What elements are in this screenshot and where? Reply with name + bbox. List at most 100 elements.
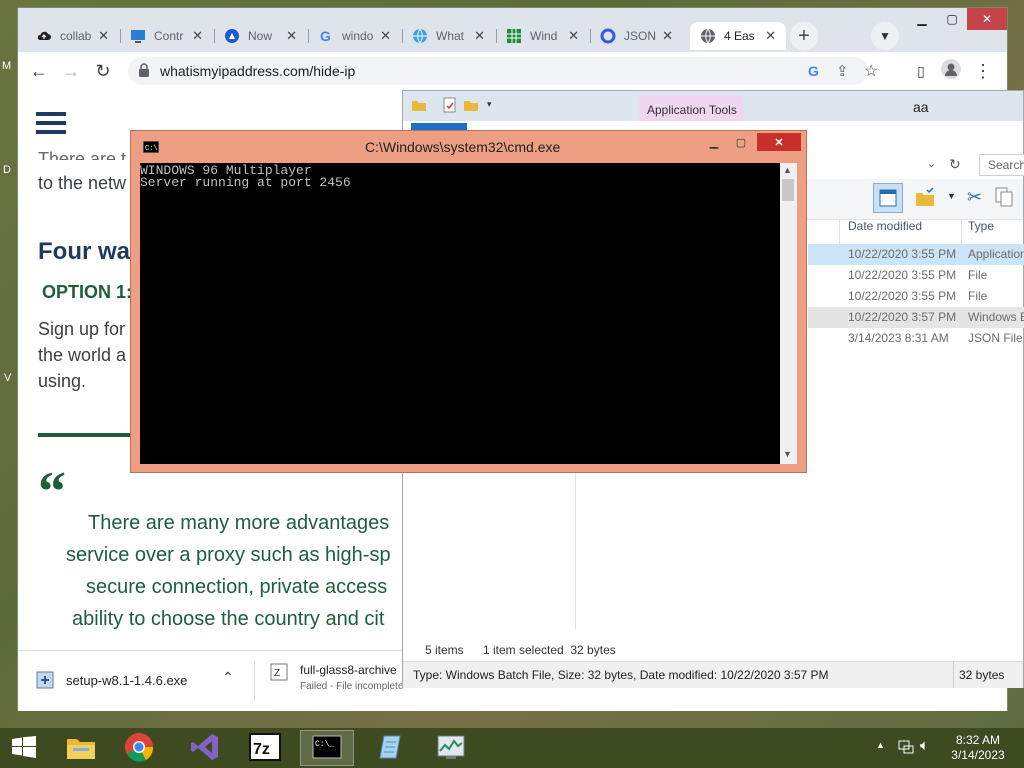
system-clock[interactable]: 8:32 AM 3/14/2023 (946, 733, 1010, 763)
share-icon[interactable]: ⇪ (836, 62, 849, 80)
file-type: Windows B (968, 310, 1024, 324)
vertical-scrollbar[interactable]: ▲ ▼ (780, 163, 797, 464)
chevron-down-icon[interactable]: ⌄ (927, 157, 936, 170)
scroll-up-icon[interactable]: ▲ (783, 165, 792, 175)
tab-what[interactable]: What ✕ (402, 22, 495, 50)
scrollbar-thumb[interactable] (782, 179, 794, 201)
minimize-button[interactable]: ▁ (701, 133, 727, 151)
customize-toolbar-icon[interactable]: ▾ (487, 99, 492, 110)
menu-button[interactable]: ⋮ (970, 58, 996, 84)
tab-4-easy[interactable]: 4 Eas ✕ (690, 22, 786, 50)
copy-icon[interactable] (995, 187, 1013, 210)
tab-windows-search[interactable]: G windo ✕ (308, 22, 401, 50)
close-icon[interactable]: ✕ (98, 28, 109, 44)
close-window-button[interactable]: ✕ (757, 133, 801, 151)
refresh-icon[interactable]: ↻ (949, 156, 961, 173)
paragraph-line: using. (38, 371, 87, 391)
reload-button[interactable]: ↻ (90, 58, 116, 84)
svg-text:G: G (320, 28, 331, 44)
url-text: whatismyipaddress.com/hide-ip (160, 63, 356, 79)
cmd-title-bar[interactable]: C:\ C:\Windows\system32\cmd.exe ▁ ▢ ✕ (131, 131, 806, 161)
file-date: 10/22/2020 3:57 PM (848, 310, 957, 324)
tab-now[interactable]: Now ✕ (214, 22, 307, 50)
avatar (941, 58, 961, 84)
forward-button[interactable]: → (58, 58, 84, 84)
scroll-down-icon[interactable]: ▼ (783, 449, 792, 459)
chevron-down-icon: ▼ (879, 29, 891, 43)
new-folder-icon[interactable] (463, 97, 479, 116)
close-icon[interactable]: ✕ (474, 28, 485, 44)
file-row[interactable]: 10/22/2020 3:55 PM File (808, 265, 1024, 286)
tab-search-button[interactable]: ▼ (871, 22, 899, 50)
svg-text:Z: Z (274, 668, 280, 679)
console-output[interactable]: WINDOWS 96 Multiplayer Server running at… (140, 163, 780, 464)
tab-title: collab (60, 29, 92, 43)
file-row[interactable]: 10/22/2020 3:55 PM File (808, 286, 1024, 307)
new-tab-button[interactable]: + (790, 22, 818, 50)
taskbar-task-manager[interactable] (424, 730, 478, 766)
taskbar-visual-studio[interactable] (178, 730, 232, 766)
preview-pane-button[interactable] (873, 183, 903, 213)
tab-title: windo (342, 29, 374, 43)
minimize-button[interactable]: ▁ (907, 8, 937, 30)
show-hidden-icons-icon[interactable]: ▲ (876, 740, 885, 750)
pane-icon (879, 189, 897, 210)
arrow-left-icon: ← (30, 60, 48, 81)
tab-control[interactable]: Contr ✕ (120, 22, 213, 50)
profile-button[interactable] (938, 58, 964, 84)
visual-studio-icon (190, 732, 220, 765)
file-size: 32 bytes (959, 668, 1005, 682)
taskbar-file-explorer[interactable] (54, 730, 108, 766)
tab-collab[interactable]: collab ✕ (26, 22, 119, 50)
browser-toolbar: ← → ↻ whatismyipaddress.com/hide-ip G ⇪ … (18, 52, 1007, 91)
chevron-up-icon[interactable]: ⌃ (222, 669, 234, 686)
properties-icon[interactable] (443, 97, 457, 116)
tab-windows-sheet[interactable]: Wind ✕ (496, 22, 589, 50)
divider (38, 433, 138, 437)
maximize-button[interactable]: ▢ (937, 8, 967, 30)
taskbar-chrome[interactable] (112, 730, 166, 766)
close-icon[interactable]: ✕ (765, 28, 776, 44)
svg-text:C:\: C:\ (145, 145, 158, 153)
network-icon[interactable] (898, 738, 914, 757)
close-icon[interactable]: ✕ (192, 28, 203, 44)
file-row[interactable]: 10/22/2020 3:57 PM Windows B (808, 307, 1024, 328)
paragraph-line: Sign up for (38, 319, 126, 339)
close-window-button[interactable]: ✕ (967, 8, 1007, 30)
google-lens-icon[interactable]: G (808, 63, 819, 79)
file-row[interactable]: 10/22/2020 3:55 PM Application (808, 244, 1024, 265)
taskbar-7zip[interactable]: 7z (238, 730, 292, 766)
chevron-down-icon[interactable]: ▼ (947, 191, 956, 201)
ribbon-tab-application-tools[interactable]: Application Tools (639, 95, 743, 121)
volume-icon[interactable]: 🔈︎ (920, 737, 929, 754)
svg-text:C:\_: C:\_ (315, 740, 334, 749)
start-button[interactable] (0, 730, 48, 766)
maximize-button[interactable]: ▢ (728, 133, 754, 151)
close-icon[interactable]: ✕ (662, 28, 673, 44)
folder-check-icon[interactable] (915, 187, 937, 210)
column-header-date-modified[interactable]: Date modified (848, 219, 922, 233)
quote-line: secure connection, private access (86, 576, 388, 598)
tab-title: Now (248, 29, 273, 43)
spreadsheet-icon (506, 28, 522, 44)
bookmark-star-icon[interactable]: ☆ (864, 61, 878, 81)
close-icon[interactable]: ✕ (286, 28, 297, 44)
cut-icon[interactable]: ✂ (967, 187, 982, 208)
task-manager-icon (436, 733, 466, 764)
taskbar-cmd[interactable]: C:\_ (300, 730, 354, 766)
file-row[interactable]: 3/14/2023 8:31 AM JSON File (808, 328, 1024, 349)
file-date: 3/14/2023 8:31 AM (848, 331, 949, 345)
close-icon[interactable]: ✕ (380, 28, 391, 44)
taskbar-notepad[interactable] (362, 730, 416, 766)
tab-strip: collab ✕ Contr ✕ Now ✕ G windo ✕ What ✕ … (18, 8, 1007, 52)
close-icon[interactable]: ✕ (568, 28, 579, 44)
side-panel-button[interactable]: ▯ (908, 58, 934, 84)
column-header-type[interactable]: Type (968, 219, 994, 233)
tab-json[interactable]: JSON ✕ (590, 22, 683, 50)
hamburger-menu-icon[interactable] (36, 112, 66, 137)
search-box[interactable]: Search (979, 154, 1024, 176)
address-bar[interactable]: whatismyipaddress.com/hide-ip G ⇪ ☆ (128, 57, 878, 85)
search-input: Search (988, 158, 1024, 172)
folder-icon (65, 733, 97, 764)
back-button[interactable]: ← (26, 58, 52, 84)
